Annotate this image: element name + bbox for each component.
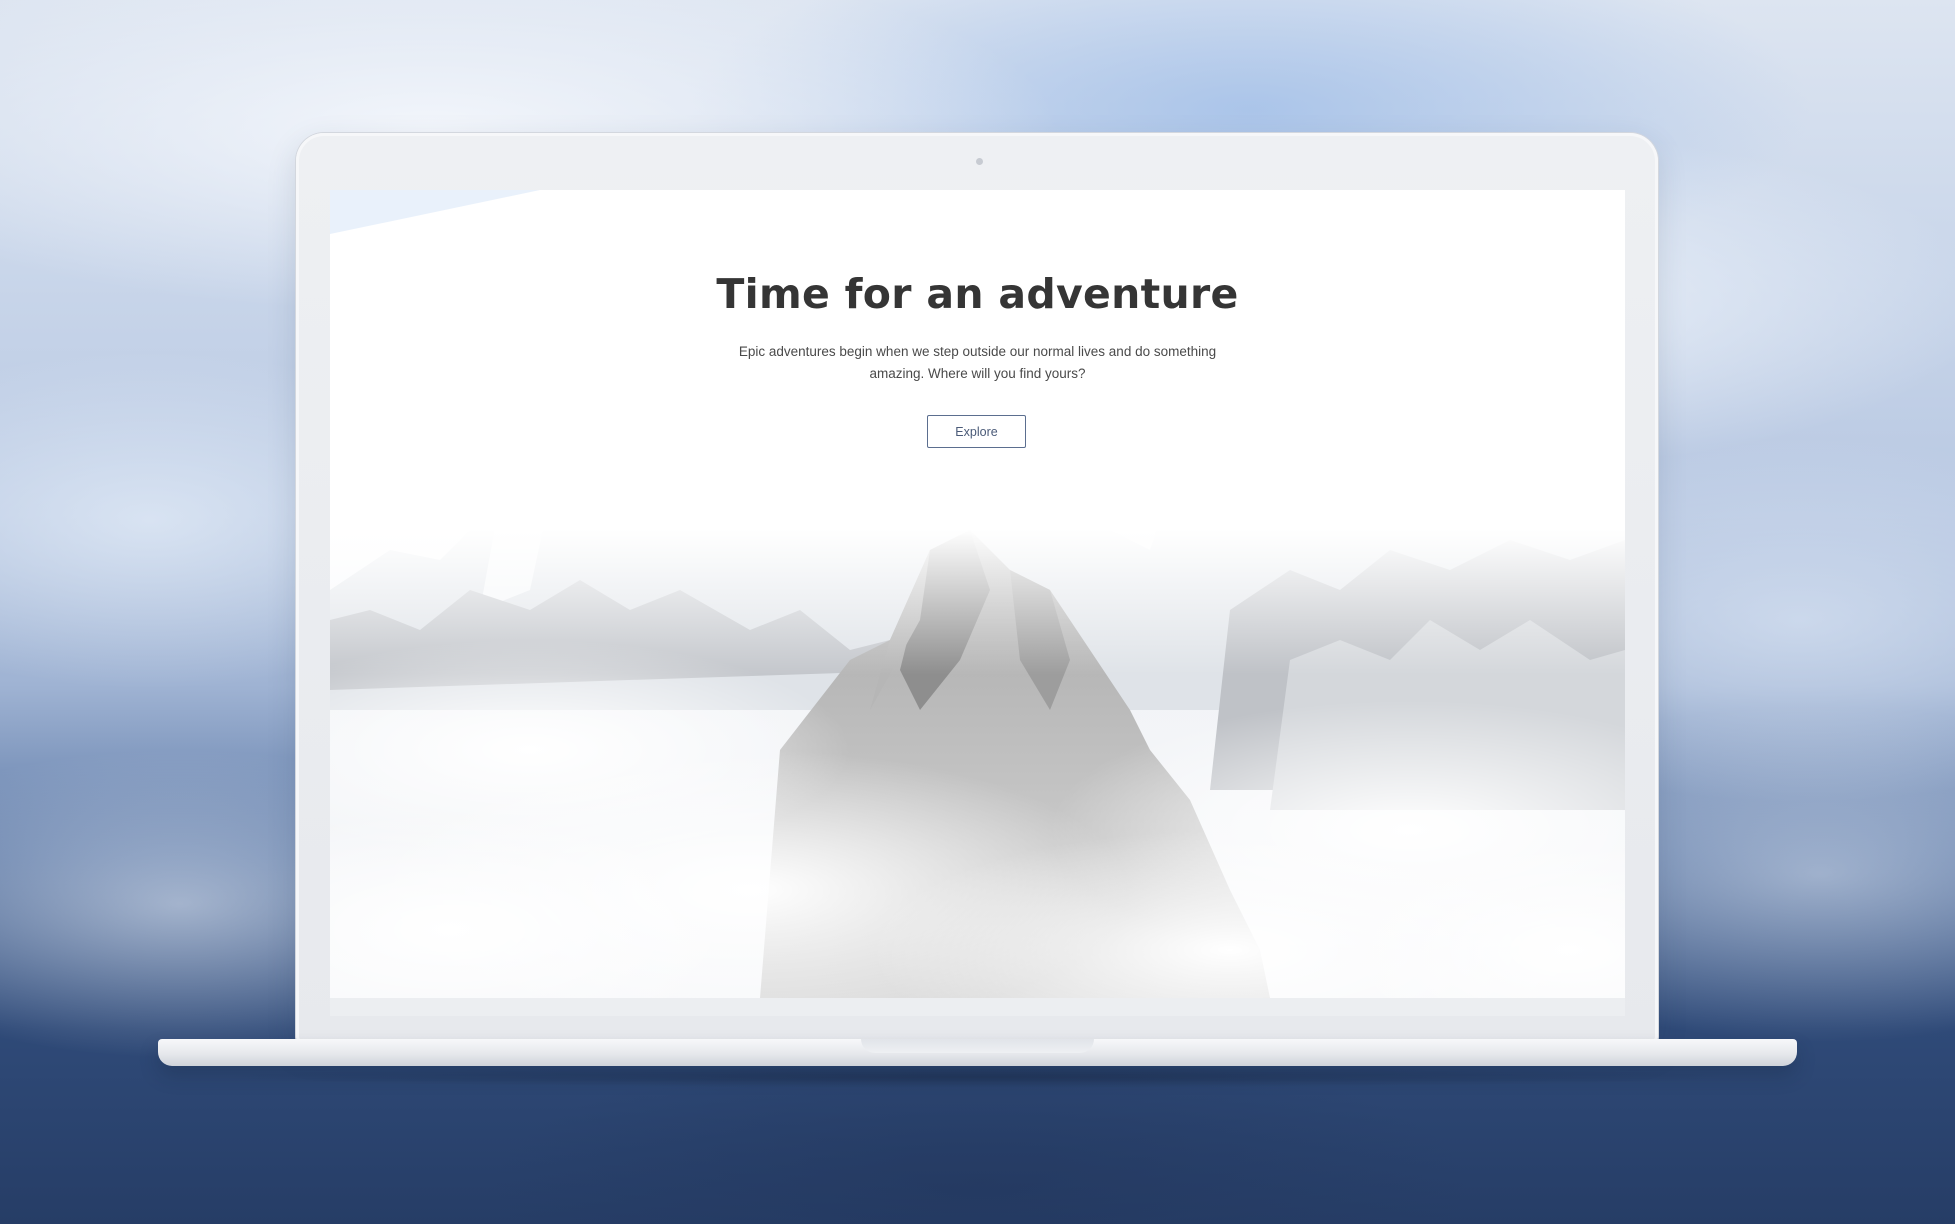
explore-button[interactable]: Explore bbox=[927, 415, 1026, 448]
laptop-screen: Time for an adventure Epic adventures be… bbox=[330, 190, 1625, 998]
laptop-opening-notch bbox=[861, 1039, 1094, 1053]
hero-subtitle-line-2: amazing. Where will you find yours? bbox=[869, 366, 1086, 381]
screen-bezel-bottom bbox=[330, 998, 1625, 1016]
screen-glare bbox=[330, 190, 540, 234]
hero-title: Time for an adventure bbox=[716, 270, 1239, 318]
hero-section: Time for an adventure Epic adventures be… bbox=[330, 190, 1625, 998]
laptop-shadow bbox=[210, 1066, 1745, 1088]
hero-subtitle-line-1: Epic adventures begin when we step outsi… bbox=[738, 344, 1217, 359]
webcam-icon bbox=[976, 158, 983, 165]
hero-subtitle: Epic adventures begin when we step outsi… bbox=[730, 341, 1225, 385]
